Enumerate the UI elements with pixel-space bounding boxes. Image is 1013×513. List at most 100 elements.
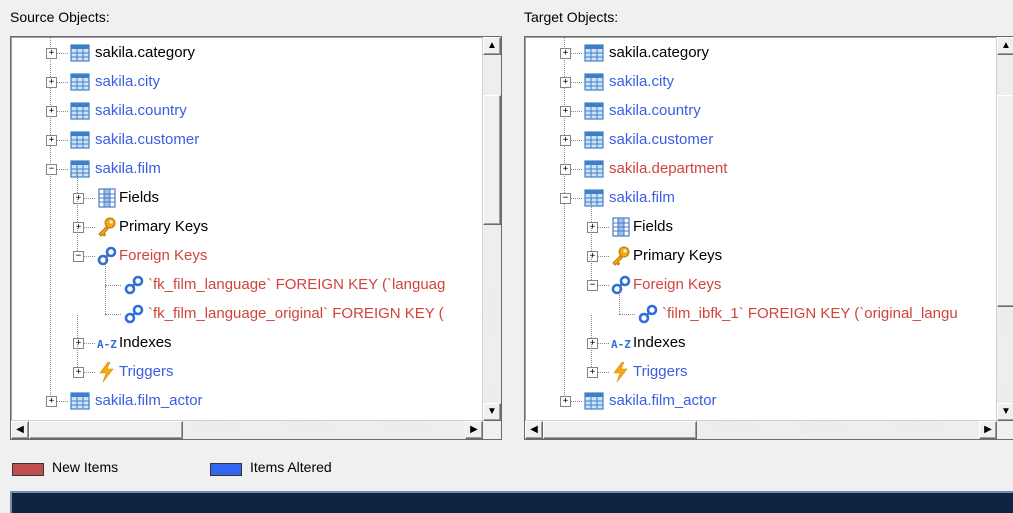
- details-panel[interactable]: [10, 491, 1013, 513]
- target-tree-label: sakila.customer: [609, 131, 714, 148]
- scroll-left-button[interactable]: ◀: [11, 421, 29, 439]
- collapse-icon[interactable]: −: [46, 164, 57, 175]
- expand-icon[interactable]: +: [46, 396, 57, 407]
- target-tree-row[interactable]: + sakila.category: [525, 39, 997, 68]
- scroll-corner: [483, 421, 501, 439]
- new-items-swatch: [12, 463, 44, 476]
- target-tree-label: Foreign Keys: [633, 276, 722, 293]
- source-tree-row[interactable]: + Fields: [11, 170, 483, 213]
- target-tree-list[interactable]: + sakila.category + sakila.city + sakila.coun…: [525, 37, 997, 421]
- tree-guide-line: [619, 286, 620, 314]
- collapse-icon[interactable]: −: [73, 251, 84, 262]
- expand-icon[interactable]: +: [46, 48, 57, 59]
- scroll-left-button[interactable]: ◀: [525, 421, 543, 439]
- source-tree-list[interactable]: + sakila.category + sakila.city + sakila.coun…: [11, 37, 483, 421]
- target-tree-row[interactable]: + A-Z Indexes: [525, 315, 997, 358]
- target-horizontal-scrollbar[interactable]: ◀ ▶: [525, 420, 997, 439]
- source-tree-row[interactable]: + A-Z Indexes: [11, 315, 483, 358]
- link-icon: [97, 246, 117, 266]
- target-objects-tree[interactable]: + sakila.category + sakila.city + sakila.coun…: [524, 36, 1013, 440]
- target-tree-row[interactable]: + sakila.country: [525, 97, 997, 126]
- expand-icon[interactable]: +: [46, 77, 57, 88]
- source-tree-label: Foreign Keys: [119, 247, 208, 264]
- target-tree-row[interactable]: + Triggers: [525, 344, 997, 387]
- source-tree-row[interactable]: `fk_film_language` FOREIGN KEY (`languag: [11, 257, 483, 300]
- source-tree-row[interactable]: + sakila.city: [11, 68, 483, 97]
- target-tree-label: `film_ibfk_1` FOREIGN KEY (`original_lan…: [662, 305, 958, 322]
- expand-icon[interactable]: +: [560, 48, 571, 59]
- expand-icon[interactable]: +: [587, 338, 598, 349]
- scroll-thumb[interactable]: [543, 421, 697, 439]
- scroll-thumb[interactable]: [29, 421, 183, 439]
- items-altered-swatch: [210, 463, 242, 476]
- source-tree-row[interactable]: + sakila.category: [11, 39, 483, 68]
- key-icon: [611, 246, 631, 266]
- scroll-down-button[interactable]: ▼: [997, 403, 1013, 421]
- scroll-thumb[interactable]: [997, 95, 1013, 307]
- expand-icon[interactable]: +: [73, 338, 84, 349]
- bolt-icon: [97, 361, 117, 383]
- source-tree-row[interactable]: + sakila.customer: [11, 126, 483, 155]
- expand-icon[interactable]: +: [46, 106, 57, 117]
- expand-icon[interactable]: +: [73, 193, 84, 204]
- expand-icon[interactable]: +: [587, 222, 598, 233]
- source-tree-row[interactable]: − Foreign Keys: [11, 228, 483, 271]
- target-tree-row[interactable]: + sakila.customer: [525, 126, 997, 155]
- source-tree-row[interactable]: `fk_film_language_original` FOREIGN KEY …: [11, 286, 483, 329]
- source-objects-tree[interactable]: + sakila.category + sakila.city + sakila.coun…: [10, 36, 502, 440]
- az-icon: A-Z: [97, 333, 117, 353]
- expand-icon[interactable]: +: [560, 106, 571, 117]
- expand-icon[interactable]: +: [560, 396, 571, 407]
- expand-icon[interactable]: +: [587, 367, 598, 378]
- target-tree-row[interactable]: + Primary Keys: [525, 228, 997, 271]
- source-tree-row[interactable]: − sakila.film: [11, 155, 483, 184]
- target-tree-row[interactable]: + sakila.city: [525, 68, 997, 97]
- scroll-right-button[interactable]: ▶: [979, 421, 997, 439]
- scroll-up-button[interactable]: ▲: [483, 37, 501, 55]
- scroll-thumb[interactable]: [483, 95, 501, 225]
- source-tree-row[interactable]: + sakila.film_actor: [11, 387, 483, 416]
- expand-icon[interactable]: +: [560, 135, 571, 146]
- az-icon: A-Z: [611, 333, 631, 353]
- table-icon: [584, 72, 604, 92]
- scroll-right-button[interactable]: ▶: [465, 421, 483, 439]
- svg-text:A-Z: A-Z: [611, 338, 631, 351]
- target-tree-row[interactable]: − Foreign Keys: [525, 257, 997, 300]
- target-tree-row[interactable]: + sakila.film_actor: [525, 387, 997, 416]
- target-tree-row[interactable]: − sakila.film: [525, 184, 997, 213]
- expand-icon[interactable]: +: [587, 251, 598, 262]
- expand-icon[interactable]: +: [73, 367, 84, 378]
- table-icon: [70, 72, 90, 92]
- expand-icon[interactable]: +: [560, 164, 571, 175]
- target-tree-row[interactable]: + sakila.department: [525, 155, 997, 184]
- scroll-down-button[interactable]: ▼: [483, 403, 501, 421]
- source-tree-row[interactable]: + Triggers: [11, 344, 483, 387]
- target-tree-label: Triggers: [633, 363, 688, 380]
- source-tree-label: `fk_film_language_original` FOREIGN KEY …: [148, 305, 444, 322]
- target-tree-row[interactable]: `film_ibfk_1` FOREIGN KEY (`original_lan…: [525, 286, 997, 329]
- target-tree-row[interactable]: + Fields: [525, 199, 997, 242]
- source-tree-row[interactable]: + sakila.country: [11, 97, 483, 126]
- expand-icon[interactable]: +: [46, 135, 57, 146]
- table-icon: [70, 101, 90, 121]
- source-vertical-scrollbar[interactable]: ▲ ▼: [482, 37, 501, 421]
- source-horizontal-scrollbar[interactable]: ◀ ▶: [11, 420, 483, 439]
- source-tree-label: Primary Keys: [119, 218, 209, 235]
- source-tree-label: sakila.film: [95, 160, 161, 177]
- source-tree-label: sakila.category: [95, 44, 196, 61]
- link-icon: [638, 304, 658, 324]
- table-icon: [584, 159, 604, 179]
- scroll-up-button[interactable]: ▲: [997, 37, 1013, 55]
- expand-icon[interactable]: +: [560, 77, 571, 88]
- svg-text:A-Z: A-Z: [97, 338, 117, 351]
- bolt-icon: [611, 361, 631, 383]
- target-objects-title: Target Objects:: [524, 9, 619, 25]
- source-tree-label: Fields: [119, 189, 160, 206]
- expand-icon[interactable]: +: [73, 222, 84, 233]
- link-icon: [611, 275, 631, 295]
- target-vertical-scrollbar[interactable]: ▲ ▼: [996, 37, 1013, 421]
- source-tree-row[interactable]: + Primary Keys: [11, 199, 483, 242]
- collapse-icon[interactable]: −: [560, 193, 571, 204]
- source-tree-label: `fk_film_language` FOREIGN KEY (`languag: [148, 276, 446, 293]
- collapse-icon[interactable]: −: [587, 280, 598, 291]
